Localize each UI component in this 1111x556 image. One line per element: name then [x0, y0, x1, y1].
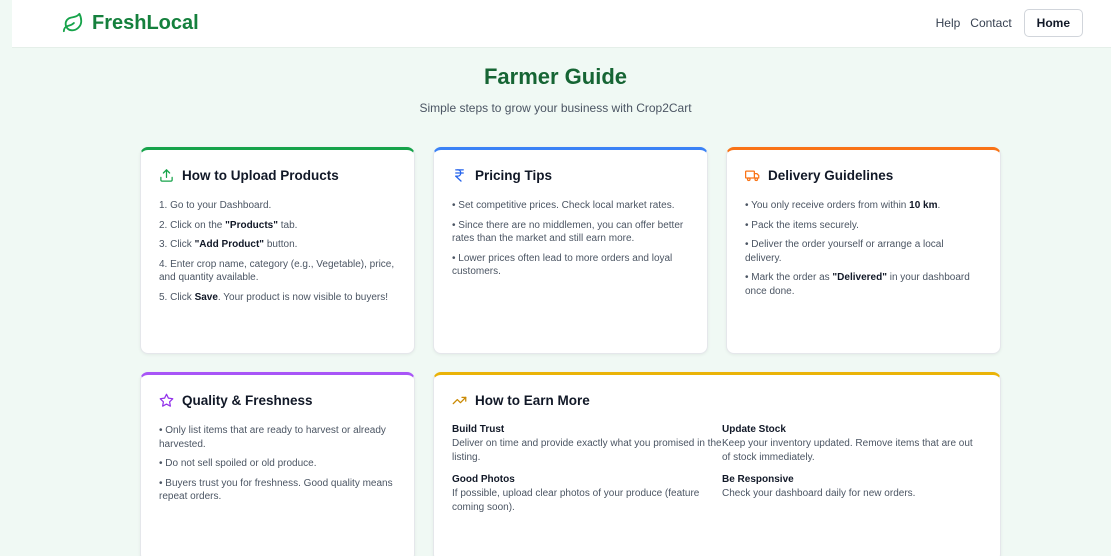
list-item: • Only list items that are ready to harv…: [159, 425, 386, 450]
leaf-icon: [62, 12, 83, 33]
card-title: Quality & Freshness: [182, 393, 313, 408]
list-item: 2. Click on the "Products" tab.: [159, 219, 298, 231]
list-item: • Deliver the order yourself or arrange …: [745, 239, 944, 264]
brand-logo[interactable]: FreshLocal: [62, 9, 199, 37]
card-title: How to Earn More: [475, 393, 590, 408]
upload-icon: [160, 169, 173, 182]
list-item: • Set competitive prices. Check local ma…: [452, 200, 675, 211]
card-pricing-tips: Pricing Tips • Set competitive prices. C…: [433, 147, 708, 354]
card-title: How to Upload Products: [182, 168, 339, 183]
earn-tip-build-trust: Build Trust Deliver on time and provide …: [452, 424, 722, 464]
earn-tip-text: Check your dashboard daily for new order…: [722, 488, 916, 499]
list-item: • Mark the order as "Delivered" in your …: [745, 272, 970, 297]
earn-tip-heading: Be Responsive: [722, 474, 794, 485]
star-icon: [159, 393, 174, 407]
nav-home-button[interactable]: Home: [1023, 9, 1083, 37]
nav-help-link[interactable]: Help: [936, 16, 961, 30]
card-earn-more: How to Earn More Build Trust Deliver on …: [433, 372, 1001, 556]
card-quality-freshness: Quality & Freshness • Only list items th…: [140, 372, 415, 556]
delivery-list: • You only receive orders from within 10…: [745, 199, 982, 298]
brand-name: FreshLocal: [92, 11, 199, 34]
list-item: • Buyers trust you for freshness. Good q…: [159, 477, 393, 503]
trending-up-icon: [452, 396, 467, 405]
list-item: • You only receive orders from within 10…: [745, 200, 941, 211]
top-navbar: FreshLocal Help Contact Home: [12, 0, 1111, 48]
list-item: 5. Click Save. Your product is now visib…: [159, 291, 389, 303]
pricing-tips-list: • Set competitive prices. Check local ma…: [452, 199, 689, 279]
page-subtitle: Simple steps to grow your business with …: [419, 101, 692, 115]
card-delivery-guidelines: Delivery Guidelines • You only receive o…: [726, 147, 1001, 354]
top-nav-links: Help Contact Home: [936, 9, 1083, 37]
earn-tip-good-photos: Good Photos If possible, upload clear ph…: [452, 474, 722, 514]
earn-tip-heading: Good Photos: [452, 474, 515, 485]
quality-list: • Only list items that are ready to harv…: [159, 424, 396, 504]
earn-tip-be-responsive: Be Responsive Check your dashboard daily…: [722, 474, 982, 514]
upload-steps-list: 1. Go to your Dashboard. 2. Click on the…: [159, 199, 396, 304]
earn-tip-text: Keep your inventory updated. Remove item…: [722, 438, 973, 463]
earn-tip-heading: Build Trust: [452, 424, 505, 435]
card-title: Pricing Tips: [475, 168, 553, 183]
earn-tip-text: Deliver on time and provide exactly what…: [452, 438, 722, 463]
card-upload-products: How to Upload Products 1. Go to your Das…: [140, 147, 415, 354]
list-item: • Pack the items securely.: [745, 219, 859, 231]
earn-tip-text: If possible, upload clear photos of your…: [452, 488, 700, 513]
page-title: Farmer Guide: [483, 64, 628, 89]
list-item: 1. Go to your Dashboard.: [159, 200, 272, 211]
list-item: 4. Enter crop name, category (e.g., Vege…: [159, 258, 395, 284]
card-title: Delivery Guidelines: [768, 168, 894, 183]
nav-contact-link[interactable]: Contact: [970, 16, 1011, 30]
list-item: 3. Click "Add Product" button.: [159, 239, 298, 250]
truck-icon: [745, 170, 760, 182]
list-item: • Do not sell spoiled or old produce.: [159, 458, 317, 469]
earn-tip-heading: Update Stock: [722, 424, 786, 435]
list-item: • Since there are no middlemen, you can …: [452, 219, 684, 245]
earn-tip-update-stock: Update Stock Keep your inventory updated…: [722, 424, 982, 464]
rupee-icon: [455, 169, 464, 182]
list-item: • Lower prices often lead to more orders…: [452, 252, 673, 278]
earn-tips-grid: Build Trust Deliver on time and provide …: [452, 424, 982, 514]
